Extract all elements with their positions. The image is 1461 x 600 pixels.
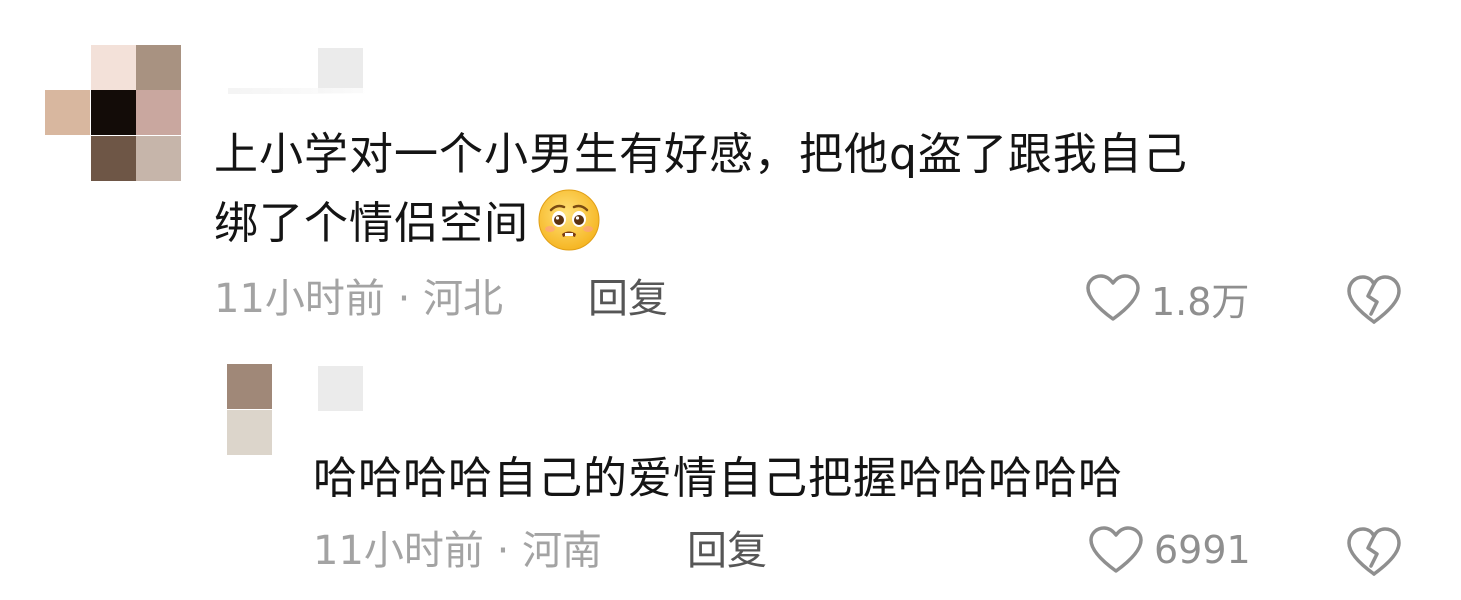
comment-text: 哈哈哈哈自己的爱情自己把握哈哈哈哈哈 xyxy=(313,446,1123,512)
username-redacted[interactable] xyxy=(228,48,368,94)
comment-location: 河南 xyxy=(522,528,603,574)
username-redacted[interactable] xyxy=(318,366,458,411)
like-button[interactable]: 6991 xyxy=(1088,522,1251,578)
reply-comment-item: 哈哈哈哈自己的爱情自己把握哈哈哈哈哈 11小时前 · 河南 回复 6991 xyxy=(0,340,1461,600)
like-button[interactable]: 1.8万 xyxy=(1085,270,1249,326)
avatar-pixel xyxy=(227,410,272,455)
avatar-pixel xyxy=(91,136,136,181)
like-count: 6991 xyxy=(1154,528,1251,572)
comment-location: 河北 xyxy=(423,276,504,322)
broken-heart-icon xyxy=(1347,275,1401,324)
dislike-button[interactable] xyxy=(1346,522,1402,578)
comment-text: 上小学对一个小男生有好感，把他q盗了跟我自己 绑了个情侣空间 xyxy=(214,122,1188,257)
comment-text-line: 上小学对一个小男生有好感，把他q盗了跟我自己 xyxy=(214,129,1188,180)
avatar[interactable] xyxy=(227,364,272,455)
comment-time: 11小时前 xyxy=(313,528,484,574)
comment-text-line: 绑了个情侣空间 xyxy=(214,188,1188,257)
avatar-pixel xyxy=(227,364,272,409)
reply-button[interactable]: 回复 xyxy=(687,526,767,576)
meta-separator: · xyxy=(496,528,510,574)
reply-button[interactable]: 回复 xyxy=(588,274,668,324)
avatar[interactable] xyxy=(45,45,181,181)
heart-outline-icon xyxy=(1086,274,1140,321)
avatar-pixel xyxy=(91,90,136,135)
broken-heart-icon xyxy=(1347,527,1401,576)
heart-outline-icon xyxy=(1089,526,1143,573)
dislike-button[interactable] xyxy=(1346,270,1402,326)
redaction-block xyxy=(318,366,363,411)
comment-item: 上小学对一个小男生有好感，把他q盗了跟我自己 绑了个情侣空间 11小时前 · 河… xyxy=(0,0,1461,340)
avatar-pixel xyxy=(136,90,181,135)
avatar-pixel xyxy=(91,45,136,90)
comment-meta: 11小时前 · 河南 xyxy=(313,526,602,576)
pleading-face-emoji-icon xyxy=(537,188,601,252)
avatar-pixel xyxy=(136,136,181,181)
avatar-pixel xyxy=(136,45,181,90)
redaction-block xyxy=(318,48,363,93)
comment-text-line: 哈哈哈哈自己的爱情自己把握哈哈哈哈哈 xyxy=(313,453,1123,504)
avatar-pixel xyxy=(45,90,90,135)
meta-separator: · xyxy=(397,276,411,322)
comment-meta: 11小时前 · 河北 xyxy=(214,274,503,324)
comment-time: 11小时前 xyxy=(214,276,385,322)
redaction-trace xyxy=(228,88,368,94)
like-count: 1.8万 xyxy=(1151,279,1250,324)
